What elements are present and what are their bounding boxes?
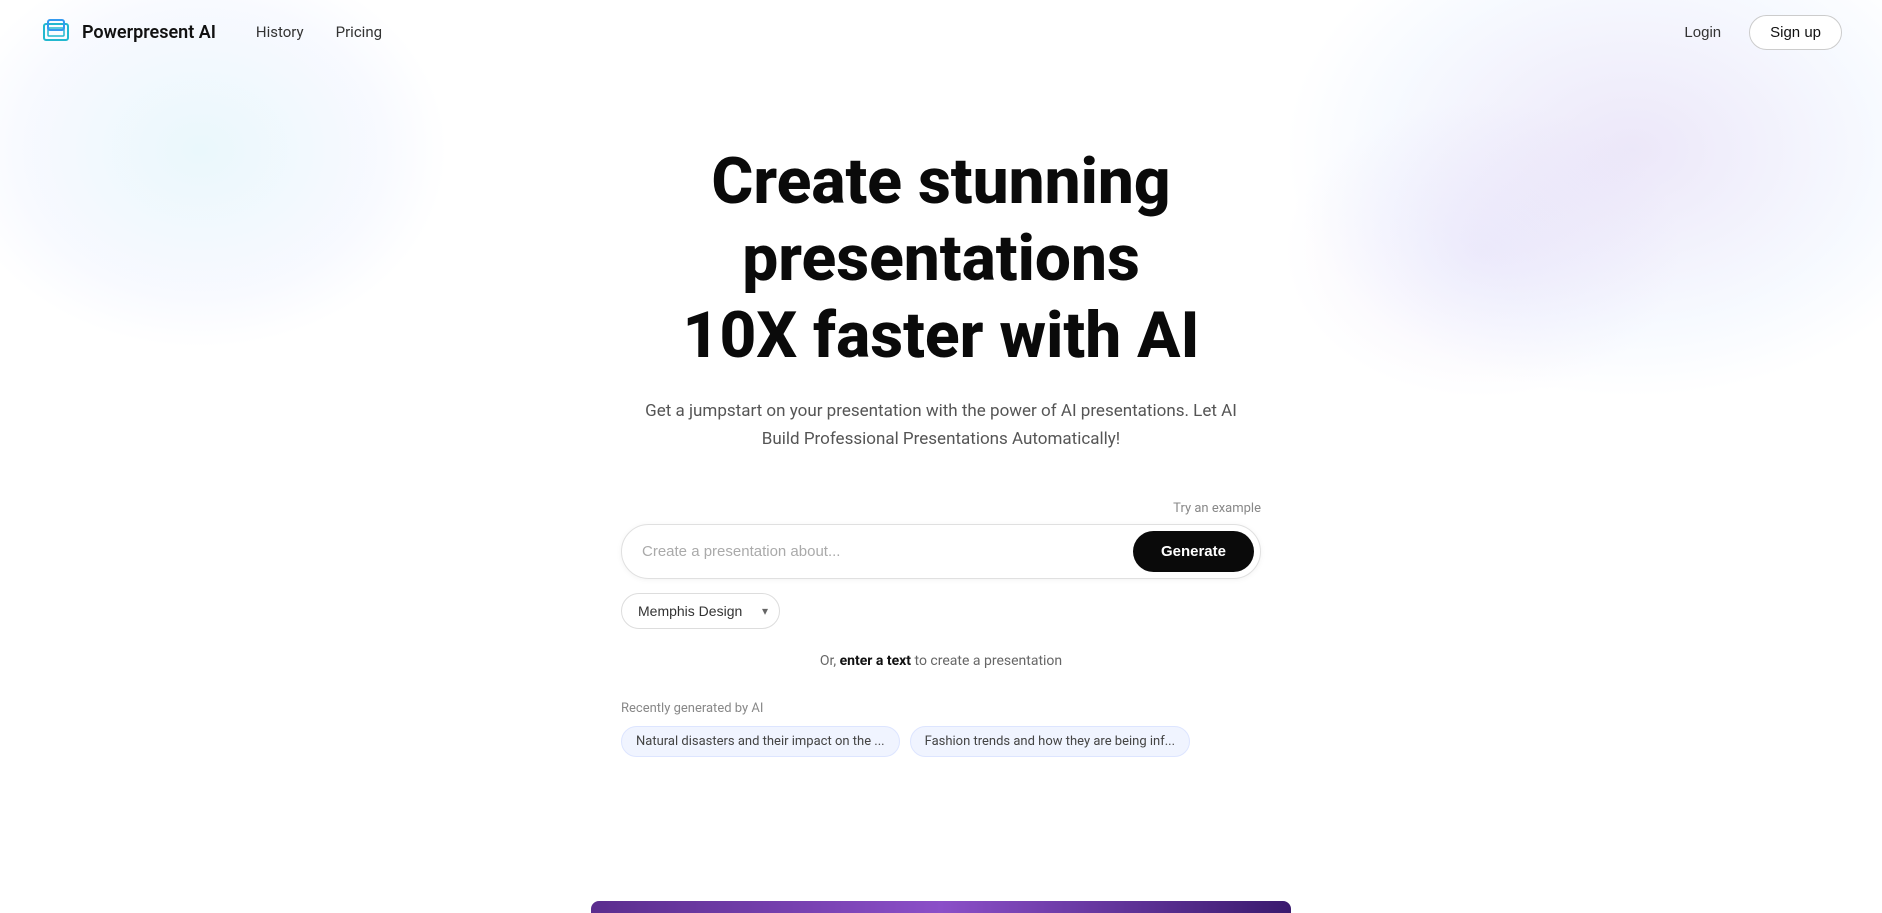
navbar: Powerpresent AI History Pricing Login Si… — [0, 0, 1882, 64]
theme-dropdown[interactable]: Memphis Design Modern Classic Minimalist… — [621, 593, 780, 629]
input-row: Generate — [621, 524, 1261, 579]
recently-section: Recently generated by AI Natural disaste… — [621, 701, 1261, 757]
logo-link[interactable]: Powerpresent AI — [40, 16, 216, 48]
recently-label: Recently generated by AI — [621, 701, 763, 716]
logo-icon — [40, 16, 72, 48]
dropdown-row: Memphis Design Modern Classic Minimalist… — [621, 593, 1261, 629]
hero-subtitle: Get a jumpstart on your presentation wit… — [641, 398, 1241, 452]
main-content: Create stunning presentations 10X faster… — [0, 64, 1882, 797]
input-section: Try an example Generate Memphis Design M… — [621, 501, 1261, 669]
try-example-label: Try an example — [1173, 501, 1261, 516]
nav-pricing[interactable]: Pricing — [336, 23, 382, 41]
recently-chips: Natural disasters and their impact on th… — [621, 726, 1190, 757]
theme-dropdown-wrapper: Memphis Design Modern Classic Minimalist… — [621, 593, 780, 629]
presentation-input[interactable] — [642, 543, 1133, 560]
signup-button[interactable]: Sign up — [1749, 15, 1842, 50]
nav-links: History Pricing — [256, 23, 382, 41]
bottom-bar — [591, 901, 1291, 913]
login-button[interactable]: Login — [1672, 16, 1733, 49]
chip-2[interactable]: Fashion trends and how they are being in… — [910, 726, 1190, 757]
nav-history[interactable]: History — [256, 23, 304, 41]
chip-1[interactable]: Natural disasters and their impact on th… — [621, 726, 900, 757]
hero-title: Create stunning presentations 10X faster… — [511, 144, 1371, 374]
nav-right: Login Sign up — [1672, 15, 1842, 50]
brand-name: Powerpresent AI — [82, 22, 216, 43]
or-text-line: Or, enter a text to create a presentatio… — [621, 653, 1261, 669]
generate-button[interactable]: Generate — [1133, 531, 1254, 572]
